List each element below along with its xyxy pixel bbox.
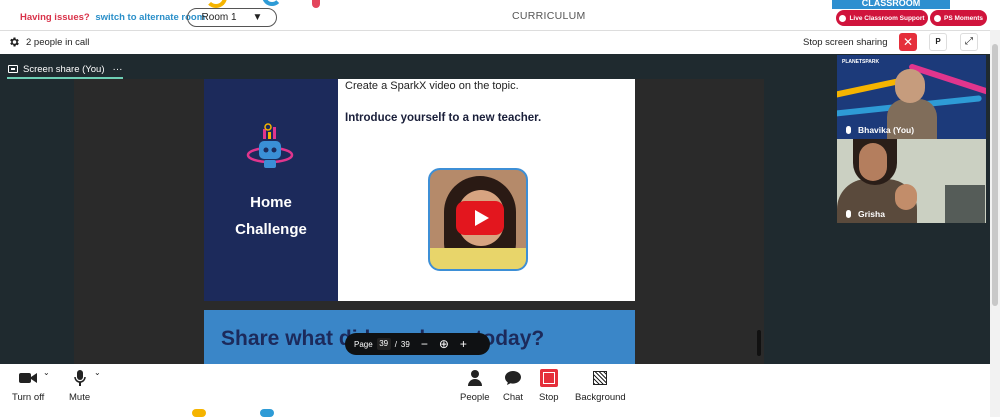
bottom-toolbar: Turn off ⌄ Mute ⌄ People Chat Stop Backg… xyxy=(0,364,990,409)
meeting-window: Having issues? switch to alternate room … xyxy=(0,0,1000,417)
background-shelf xyxy=(945,185,985,223)
support-icon xyxy=(839,14,847,22)
people-label: People xyxy=(460,392,490,403)
slide-sidebar: Home Challenge xyxy=(204,79,338,301)
classroom-banner: CLASSROOM xyxy=(832,0,950,9)
brand-logo: PLANETSPARK xyxy=(842,59,880,65)
slide-scroll-handle[interactable] xyxy=(757,330,761,356)
background-icon xyxy=(593,371,608,385)
slide-sidebar-title: Home Challenge xyxy=(204,189,338,243)
mute-button[interactable]: Mute xyxy=(69,368,90,403)
stop-share-icon xyxy=(539,369,558,387)
screen-share-tab[interactable]: Screen share (You) ··· xyxy=(8,60,123,78)
robot-logo-icon xyxy=(246,123,294,168)
slide-title-line-2: Challenge xyxy=(235,221,307,238)
decorative-arc xyxy=(312,0,320,8)
participant-tile[interactable]: Grisha xyxy=(837,139,986,223)
page-scrollbar[interactable] xyxy=(990,30,1000,417)
people-button[interactable]: People xyxy=(460,368,490,403)
people-count: 2 people in call xyxy=(26,37,90,48)
slide-title-line-1: Home xyxy=(250,194,292,211)
background-label: Background xyxy=(575,392,626,403)
zoom-out-icon[interactable]: − xyxy=(421,337,428,351)
play-icon[interactable] xyxy=(456,201,504,235)
gear-icon[interactable] xyxy=(8,36,20,48)
room-select-value: Room 1 xyxy=(201,12,237,23)
video-stage: Screen share (You) ··· Home Challenge Cr… xyxy=(0,54,990,364)
chat-label: Chat xyxy=(503,392,524,403)
microphone-icon xyxy=(73,368,86,388)
caret-down-icon: ▼ xyxy=(252,12,263,23)
camera-icon xyxy=(933,14,941,22)
call-header: 2 people in call Stop screen sharing ✕ P… xyxy=(0,30,990,54)
expand-icon[interactable]: ⤢ xyxy=(960,33,978,51)
slide-current: Home Challenge Create a SparkX video on … xyxy=(204,79,635,301)
page-number-input[interactable]: 39 xyxy=(376,338,391,350)
scrollbar-thumb[interactable] xyxy=(992,44,998,306)
page-total: 39 xyxy=(400,339,410,349)
screen-share-tab-label: Screen share (You) xyxy=(23,63,105,75)
curriculum-title: CURRICULUM xyxy=(512,10,586,22)
participant-name-bar: Bhavika (You) xyxy=(846,125,914,135)
chevron-down-icon[interactable]: ⌄ xyxy=(94,368,101,377)
slide-instruction: Create a SparkX video on the topic. xyxy=(345,80,519,92)
top-bar: Having issues? switch to alternate room … xyxy=(0,0,1000,30)
issue-notice: Having issues? switch to alternate room xyxy=(20,12,205,23)
stop-share-button[interactable]: Stop xyxy=(539,368,559,403)
page-label: Page xyxy=(354,339,373,349)
page-separator: / xyxy=(394,339,397,349)
participant-child-face xyxy=(895,184,917,210)
microphone-icon xyxy=(846,210,851,218)
room-select[interactable]: Room 1 ▼ xyxy=(187,8,277,27)
video-camera-icon xyxy=(19,368,38,388)
mute-label: Mute xyxy=(69,392,91,403)
participant-name-bar: Grisha xyxy=(846,209,885,219)
slide-topic: Introduce yourself to a new teacher. xyxy=(345,112,542,124)
issue-label: Having issues? xyxy=(20,12,90,23)
stop-label: Stop xyxy=(539,392,559,403)
live-support-label: Live Classroom Support xyxy=(849,14,925,22)
stop-sharing-link[interactable]: Stop screen sharing xyxy=(803,37,888,48)
chat-button[interactable]: Chat xyxy=(503,368,523,403)
participant-name: Grisha xyxy=(858,209,885,219)
participant-face xyxy=(895,69,925,103)
bottom-strip xyxy=(0,409,990,417)
ps-moments-button[interactable]: PS Moments xyxy=(930,10,987,26)
zoom-icon[interactable]: ⊕ xyxy=(439,337,449,351)
turn-off-label: Turn off xyxy=(12,392,45,403)
zoom-in-icon[interactable]: + xyxy=(460,337,467,351)
page-controls: Page 39 / 39 − ⊕ + xyxy=(345,333,490,355)
camera-toggle-button[interactable]: Turn off xyxy=(12,368,44,403)
decorative-arc xyxy=(205,0,227,8)
decorative-arc xyxy=(192,409,206,417)
chat-bubble-icon xyxy=(505,368,522,388)
participant-face xyxy=(859,143,887,181)
decorative-arc xyxy=(260,409,274,417)
thumbnail-shirt xyxy=(430,248,526,269)
ps-moments-label: PS Moments xyxy=(943,14,983,22)
person-icon xyxy=(467,368,482,388)
shared-screen: Home Challenge Create a SparkX video on … xyxy=(74,79,764,364)
live-support-button[interactable]: Live Classroom Support xyxy=(836,10,928,26)
microphone-icon xyxy=(846,126,851,134)
chevron-down-icon[interactable]: ⌄ xyxy=(43,368,50,377)
screen-share-icon xyxy=(8,65,18,73)
more-options-icon[interactable]: ··· xyxy=(113,64,123,75)
participant-name: Bhavika (You) xyxy=(858,125,915,135)
video-thumbnail[interactable] xyxy=(428,168,528,271)
close-icon[interactable]: ✕ xyxy=(899,33,917,51)
pin-button[interactable]: P xyxy=(929,33,947,51)
participant-tile[interactable]: PLANETSPARK Bhavika (You) xyxy=(837,55,986,139)
background-button[interactable]: Background xyxy=(575,368,626,403)
decorative-arc xyxy=(262,0,282,6)
